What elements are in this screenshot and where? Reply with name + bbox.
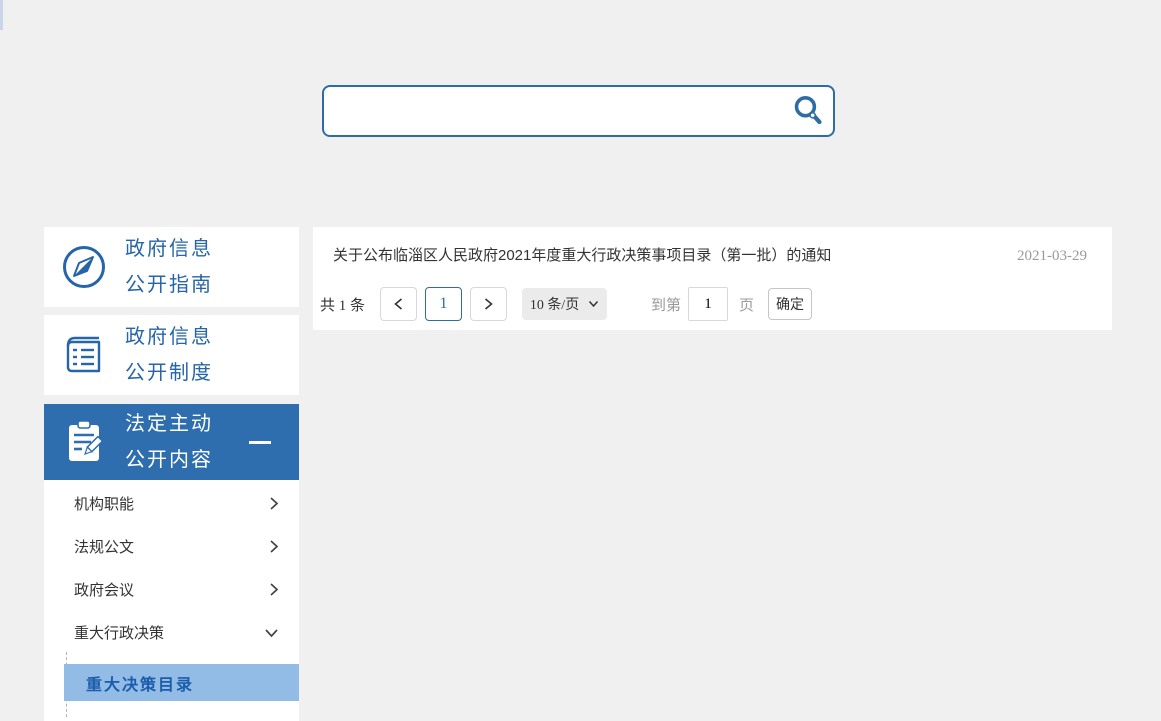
search-box (322, 85, 835, 137)
submenu-item-gov-meetings[interactable]: 政府会议 (44, 568, 299, 611)
chevron-left-icon (393, 297, 404, 311)
submenu-item-label: 重大行政决策 (74, 625, 165, 642)
minus-icon (249, 441, 271, 444)
list-item-title[interactable]: 关于公布临淄区人民政府2021年度重大行政决策事项目录（第一批）的通知 (333, 244, 831, 265)
submenu-item-label: 政府会议 (74, 582, 135, 599)
clipboard-pencil-icon (58, 416, 110, 468)
chevron-right-icon (269, 496, 279, 511)
pagination: 共 1 条 1 10 条/页 到第 页 确定 (313, 287, 1112, 321)
chevron-right-icon (269, 539, 279, 554)
submenu-item-major-decision-catalog-active[interactable]: 重大决策目录 (64, 664, 299, 701)
chevron-down-icon (588, 300, 599, 308)
pagination-prev-button[interactable] (380, 287, 418, 321)
list-item-date: 2021-03-29 (1017, 248, 1087, 264)
sidebar-item-label: 法定主动 公开内容 (125, 413, 213, 471)
chevron-right-icon (483, 297, 494, 311)
content-panel: 关于公布临淄区人民政府2021年度重大行政决策事项目录（第一批）的通知 2021… (313, 227, 1112, 330)
sidebar-item-disclosure-system[interactable]: 政府信息 公开制度 (44, 315, 299, 395)
sidebar: 政府信息 公开指南 政府信息 公开制度 法定主动 公开内容 机构职能 法规公文 … (44, 227, 299, 721)
submenu-item-regulations[interactable]: 法规公文 (44, 525, 299, 568)
submenu-item-label: 机构职能 (74, 496, 135, 513)
pagination-next-button[interactable] (470, 287, 508, 321)
page-root: 政府信息 公开指南 政府信息 公开制度 法定主动 公开内容 机构职能 法规公文 … (0, 0, 1161, 721)
sidebar-item-label: 政府信息 公开制度 (125, 326, 213, 384)
page-size-value: 10 条/页 (529, 298, 580, 313)
sidebar-submenu: 机构职能 法规公文 政府会议 重大行政决策 重大决策目录 (44, 480, 299, 721)
submenu-item-org-functions[interactable]: 机构职能 (44, 482, 299, 525)
pagination-total: 共 1 条 (320, 297, 366, 314)
compass-icon (58, 241, 110, 293)
scroll-edge-decoration (0, 0, 3, 30)
submenu-item-label: 法规公文 (74, 539, 135, 556)
goto-unit: 页 (739, 297, 755, 314)
submenu-item-label: 重大决策目录 (86, 676, 195, 694)
page-size-select[interactable]: 10 条/页 (522, 288, 608, 320)
search-magnifier-key-icon (791, 94, 825, 128)
submenu-item-major-decisions[interactable]: 重大行政决策 (44, 611, 299, 654)
notebook-icon (58, 329, 110, 381)
search-input[interactable] (324, 87, 833, 135)
chevron-right-icon (269, 582, 279, 597)
sidebar-item-disclosure-guide[interactable]: 政府信息 公开指南 (44, 227, 299, 307)
list-item: 关于公布临淄区人民政府2021年度重大行政决策事项目录（第一批）的通知 2021… (313, 227, 1112, 265)
sidebar-item-label: 政府信息 公开指南 (125, 238, 213, 296)
sidebar-item-statutory-disclosure[interactable]: 法定主动 公开内容 (44, 404, 299, 480)
search-button[interactable] (789, 92, 827, 130)
goto-confirm-button[interactable]: 确定 (768, 288, 813, 320)
goto-page-input[interactable] (688, 287, 729, 321)
chevron-down-icon (264, 628, 279, 638)
pagination-page-1-button[interactable]: 1 (425, 287, 463, 321)
goto-label: 到第 (651, 297, 682, 314)
